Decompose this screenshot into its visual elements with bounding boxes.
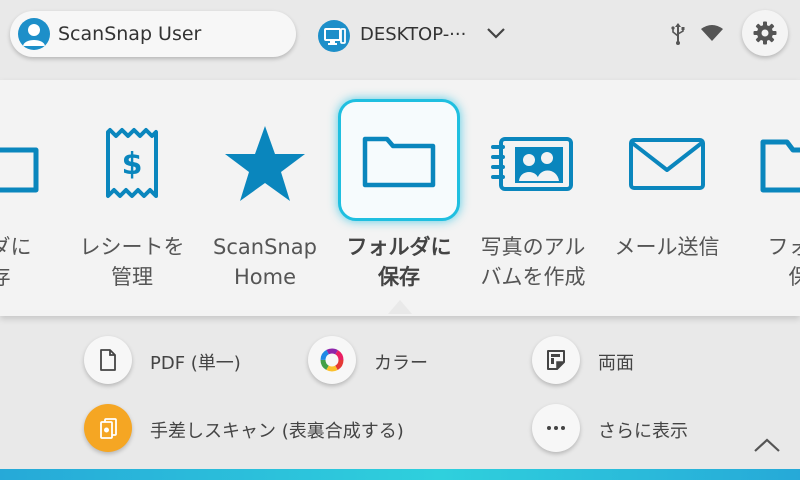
profile-label: フォルダに 保存	[346, 235, 452, 289]
top-bar: ScanSnap User DESKTOP-···	[0, 0, 800, 72]
wifi-icon	[701, 25, 723, 41]
profile-manage-receipts[interactable]: $ レシートを 管理	[65, 80, 199, 316]
device-selector[interactable]: DESKTOP-···	[318, 18, 518, 54]
settings-button[interactable]	[742, 10, 788, 56]
usb-icon	[671, 23, 685, 45]
profile-label: ScanSnap Home	[213, 235, 317, 289]
profile-carousel[interactable]: ルダに 存 $ レシートを 管理 ScanSnap Home フォルダに 保存	[0, 80, 800, 316]
profile-create-photo-album[interactable]: 写真のアル バムを作成	[466, 80, 600, 316]
profile-scansnap-home[interactable]: ScanSnap Home	[198, 80, 332, 316]
star-icon	[205, 104, 325, 224]
chevron-up-icon[interactable]	[752, 436, 782, 454]
photo-album-icon	[473, 104, 593, 224]
color-mode-label: カラー	[374, 353, 428, 374]
receipt-icon: $	[72, 104, 192, 224]
more-dots-icon	[532, 404, 580, 452]
bottom-accent-bar	[0, 469, 800, 480]
user-name: ScanSnap User	[58, 23, 202, 45]
chevron-down-icon	[487, 28, 505, 39]
svg-text:$: $	[122, 147, 143, 182]
color-wheel-icon	[308, 336, 356, 384]
file-format-label: PDF (単一)	[150, 353, 241, 374]
duplex-icon	[532, 336, 580, 384]
folder-icon	[0, 104, 60, 224]
profile-send-email[interactable]: メール送信	[600, 80, 734, 316]
user-account-button[interactable]: ScanSnap User	[10, 11, 296, 57]
more-settings-label: さらに表示	[598, 421, 688, 442]
profile-label: 写真のアル バムを作成	[480, 235, 586, 289]
device-name: DESKTOP-···	[360, 24, 467, 45]
sides-label: 両面	[598, 353, 634, 374]
selected-profile-pointer	[388, 300, 412, 314]
profile-save-to-folder-selected[interactable]: フォルダに 保存	[332, 80, 466, 316]
file-format-setting[interactable]: PDF (単一)	[84, 336, 274, 386]
profile-save-to-folder-partial-right[interactable]: フォル 保	[732, 80, 800, 316]
profile-label: レシートを 管理	[79, 235, 185, 289]
more-settings-button[interactable]: さらに表示	[532, 404, 712, 454]
folder-icon	[338, 99, 460, 221]
manual-feed-label: 手差しスキャン (表裏合成する)	[150, 421, 404, 442]
mail-icon	[607, 104, 727, 224]
gear-icon	[753, 21, 777, 45]
computer-icon	[318, 20, 350, 52]
profile-label: メール送信	[614, 235, 720, 259]
profile-label: フォル 保	[767, 235, 800, 289]
folder-icon	[739, 104, 800, 224]
sides-setting[interactable]: 両面	[532, 336, 672, 386]
document-icon	[84, 336, 132, 384]
color-mode-setting[interactable]: カラー	[308, 336, 468, 386]
user-avatar-icon	[18, 18, 50, 50]
manual-feed-icon	[84, 404, 132, 452]
manual-feed-setting[interactable]: 手差しスキャン (表裏合成する)	[84, 404, 454, 454]
